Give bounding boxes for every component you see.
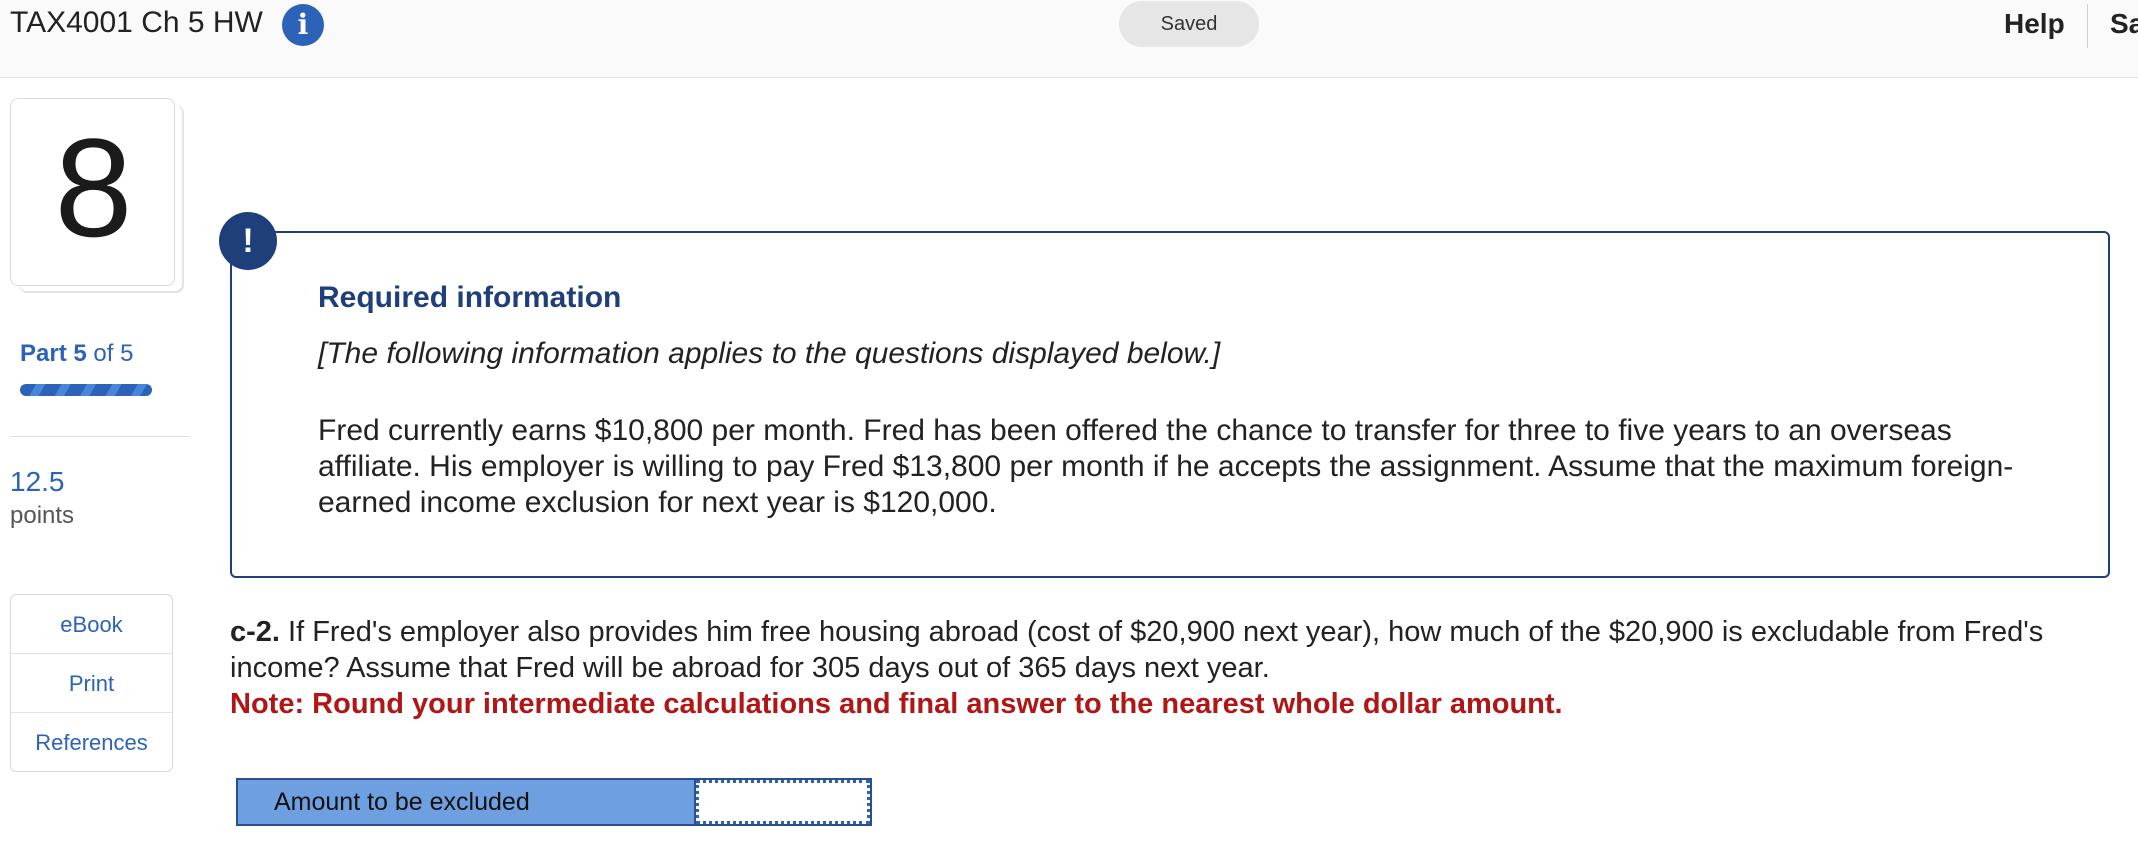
- rounding-note: Note: Round your intermediate calculatio…: [230, 688, 1563, 720]
- part-total: of 5: [93, 340, 134, 367]
- save-exit-button[interactable]: Sa: [2110, 8, 2138, 40]
- question-number-card: 8: [10, 98, 175, 286]
- required-info-box: Required information [The following info…: [230, 231, 2110, 578]
- top-bar: TAX4001 Ch 5 HW i Saved Help Sa: [0, 0, 2138, 78]
- part-progress-fill: [20, 384, 152, 396]
- question-body: If Fred's employer also provides him fre…: [230, 616, 2044, 684]
- answer-label: Amount to be excluded: [238, 780, 696, 824]
- alert-icon: !: [219, 212, 277, 270]
- answer-table-row: Amount to be excluded: [236, 778, 872, 826]
- print-link[interactable]: Print: [11, 654, 172, 713]
- required-info-body: Fred currently earns $10,800 per month. …: [318, 414, 2014, 519]
- saved-status-badge: Saved: [1119, 1, 1259, 47]
- help-button[interactable]: Help: [2004, 8, 2065, 40]
- question-number: 8: [54, 109, 133, 266]
- question-label: c-2.: [230, 616, 280, 648]
- part-indicator: Part 5 of 5: [20, 340, 133, 368]
- left-divider: [10, 436, 190, 437]
- points-value: 12.5: [10, 466, 65, 497]
- required-info-title: Required information: [318, 281, 622, 314]
- references-link[interactable]: References: [11, 713, 172, 772]
- required-info-subtitle: [The following information applies to th…: [318, 337, 1221, 370]
- points-label: points: [10, 502, 75, 529]
- amount-excluded-input[interactable]: [696, 780, 870, 824]
- info-icon[interactable]: i: [282, 4, 324, 46]
- part-prefix: Part: [20, 340, 67, 367]
- ebook-link[interactable]: eBook: [11, 595, 172, 654]
- assignment-title: TAX4001 Ch 5 HW: [10, 6, 263, 39]
- header-divider: [2087, 4, 2088, 48]
- part-current: 5: [73, 340, 87, 367]
- resources-panel: eBook Print References: [10, 594, 173, 772]
- part-progress-bar: [20, 384, 152, 396]
- question-text: c-2. If Fred's employer also provides hi…: [230, 614, 2090, 722]
